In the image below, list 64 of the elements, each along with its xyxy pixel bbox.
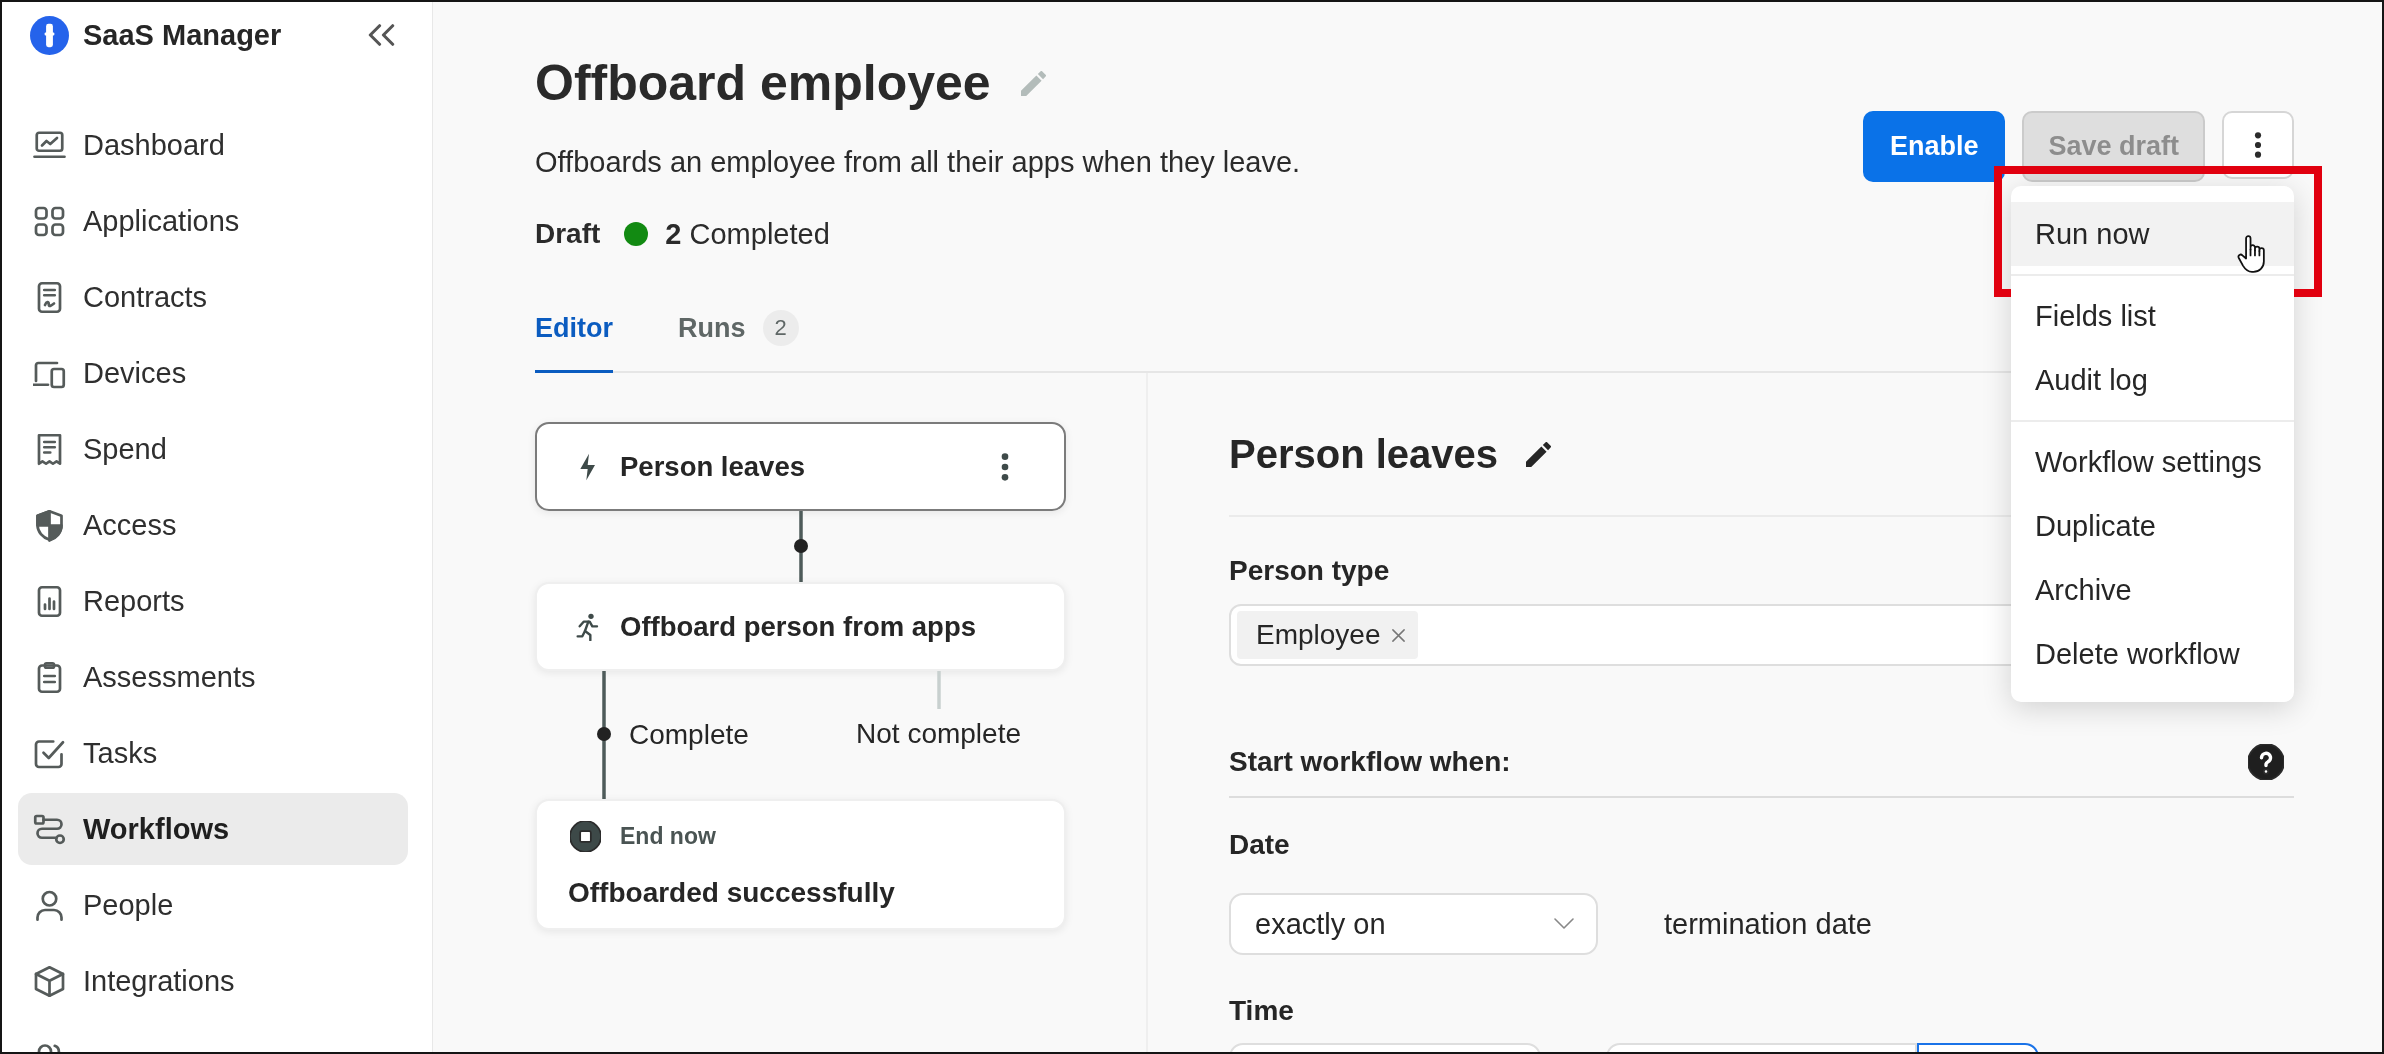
menu-item[interactable]: Delete workflow — [2011, 622, 2294, 686]
count-badge: 2 — [762, 310, 799, 346]
run-summary: 2 Completed — [665, 217, 830, 251]
menu-item[interactable]: Duplicate — [2011, 494, 2294, 558]
nav-item[interactable]: Applications — [18, 185, 408, 257]
stop-icon — [570, 820, 601, 852]
nav-item[interactable]: Devices — [18, 337, 408, 409]
node-title: Person leaves — [620, 450, 805, 483]
nav-item[interactable]: Contracts — [18, 261, 408, 333]
enable-button[interactable]: Enable — [1862, 111, 2006, 182]
flow-node[interactable]: Person leaves — [535, 422, 1066, 511]
pencil-icon[interactable] — [1526, 441, 1552, 467]
tab[interactable]: Runs 2 — [678, 310, 799, 373]
nav-item[interactable]: Integrations — [18, 945, 408, 1017]
node-title: Offboard person from apps — [620, 610, 976, 643]
nav-item[interactable]: Assessments — [18, 641, 408, 713]
app-name: SaaS Manager — [83, 18, 282, 52]
status-label: Draft — [535, 217, 601, 251]
flow-node[interactable]: End now Offboarded successfully — [535, 799, 1066, 930]
tab[interactable]: Editor — [535, 310, 613, 373]
nav-item[interactable]: Access — [18, 489, 408, 561]
nav-item[interactable]: Spend — [18, 413, 408, 485]
person-icon — [33, 888, 66, 922]
field-label: Date — [1229, 828, 1290, 862]
help-icon[interactable] — [2248, 744, 2284, 780]
menu-item[interactable]: Fields list — [2011, 284, 2294, 348]
tag[interactable]: Employee — [1237, 611, 1418, 659]
dropdown[interactable]: exactly on — [1229, 893, 1598, 955]
page-description: Offboards an employee from all their apps when they leave. — [535, 145, 1301, 179]
page-title: Offboard employee — [535, 54, 991, 112]
logo-icon — [30, 15, 69, 55]
workflow-icon — [33, 812, 66, 846]
chevron-down-icon — [1554, 918, 1574, 930]
collapse-icon[interactable] — [368, 24, 395, 46]
flow-node[interactable]: Offboard person from apps — [535, 582, 1066, 671]
cube-icon — [33, 964, 66, 998]
running-person-icon — [574, 612, 600, 641]
kebab-icon — [2254, 132, 2262, 158]
field-label: Time — [1229, 994, 1294, 1028]
menu-item[interactable]: Audit log — [2011, 348, 2294, 412]
status-dot-icon — [624, 222, 649, 246]
nav-item[interactable]: Workflows — [18, 793, 408, 865]
menu-item[interactable]: Archive — [2011, 558, 2294, 622]
branch-label: Not complete — [856, 717, 1021, 751]
shield-icon — [33, 508, 66, 542]
grid-icon — [33, 204, 66, 238]
tag-label: Employee — [1256, 618, 1381, 652]
connector — [793, 511, 808, 582]
panel-title: Person leaves — [1229, 431, 1499, 477]
close-icon[interactable] — [1390, 627, 1406, 643]
nav-item[interactable]: Reports — [18, 565, 408, 637]
field-label: Person type — [1229, 554, 1390, 588]
menu-item[interactable]: Workflow settings — [2011, 430, 2294, 494]
hand-cursor-icon — [2236, 234, 2268, 274]
node-title: Offboarded successfully — [568, 876, 895, 910]
field-reference: termination date — [1664, 907, 1872, 941]
menu-item[interactable]: Run now — [2011, 202, 2294, 266]
nav-item[interactable]: People — [18, 869, 408, 941]
nav-item[interactable]: Dashboard — [18, 109, 408, 181]
kebab-icon[interactable] — [1001, 452, 1009, 481]
nav-item[interactable]: Tasks — [18, 717, 408, 789]
section-heading: Start workflow when: — [1229, 745, 1511, 779]
branch-label: Complete — [629, 718, 749, 752]
node-label: End now — [620, 822, 716, 850]
